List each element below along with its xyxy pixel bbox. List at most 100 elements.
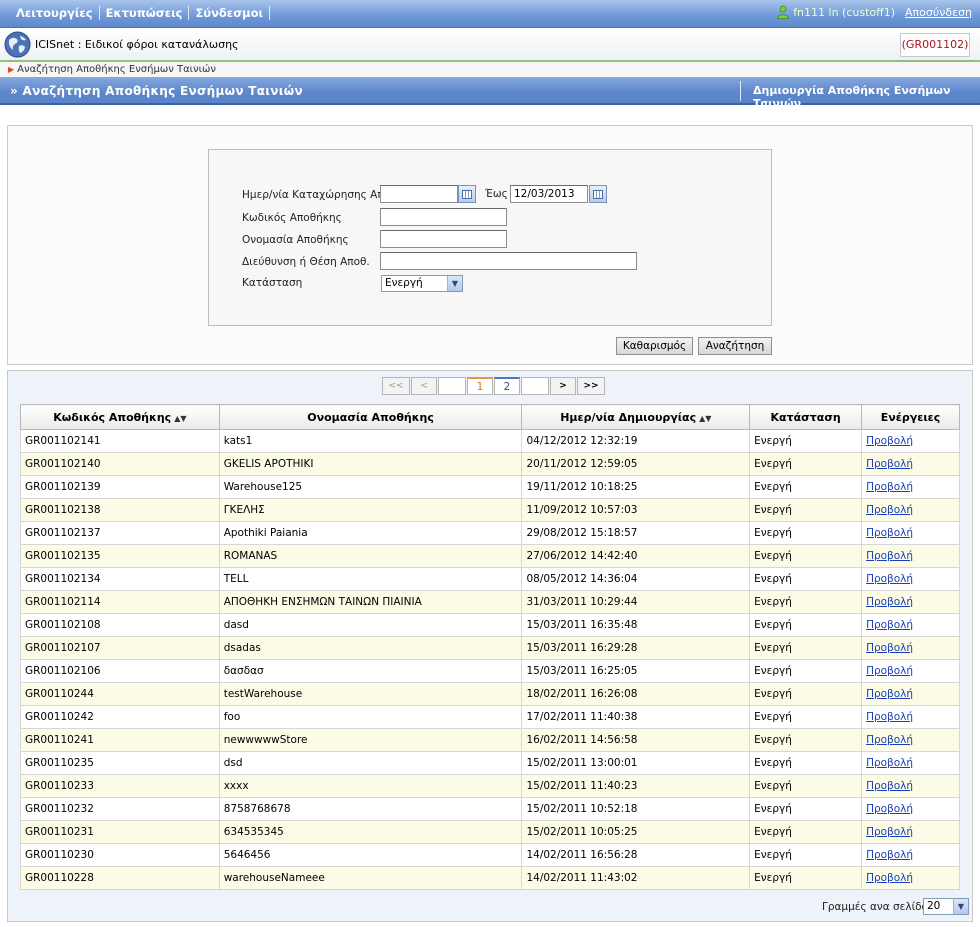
cell-created-date: 08/05/2012 14:36:04	[521, 567, 751, 591]
cell-status: Ενεργή	[749, 590, 863, 614]
menu-links[interactable]: Σύνδεσμοι	[189, 6, 271, 20]
cell-warehouse-name: ΑΠΟΘΗΚΗ ΕΝΣΗΜΩΝ ΤΑΙΝΩΝ ΠΙΑΙΝΙΑ	[218, 590, 523, 614]
cell-created-date: 31/03/2011 10:29:44	[521, 590, 751, 614]
status-select[interactable]: Ενεργή ▼	[381, 275, 463, 292]
logout-link[interactable]: Αποσύνδεση	[905, 6, 972, 19]
cell-warehouse-name: dsadas	[218, 636, 523, 660]
cell-warehouse-name: ΓΚΕΛΗΣ	[218, 498, 523, 522]
prev-page-button[interactable]: <	[411, 377, 437, 395]
cell-created-date: 15/03/2011 16:29:28	[521, 636, 751, 660]
cell-status: Ενεργή	[749, 567, 863, 591]
cell-action: Προβολή	[861, 820, 960, 844]
table-row: GR00110242 foo 17/02/2011 11:40:38 Ενεργή Πρ…	[20, 705, 960, 729]
cell-created-date: 29/08/2012 15:18:57	[521, 521, 751, 545]
date-from-input[interactable]	[380, 185, 458, 203]
view-link[interactable]: Προβολή	[866, 688, 913, 700]
cell-action: Προβολή	[861, 475, 960, 499]
view-link[interactable]: Προβολή	[866, 872, 913, 884]
col-header-code[interactable]: Κωδικός Αποθήκης ▲▼	[20, 404, 220, 430]
first-page-button[interactable]: <<	[382, 377, 410, 395]
cell-warehouse-name: testWarehouse	[218, 682, 523, 706]
table-row: GR001102137 Apothiki Paiania 29/08/2012 15…	[20, 521, 960, 545]
cell-warehouse-code: GR001102135	[20, 544, 220, 568]
view-link[interactable]: Προβολή	[866, 757, 913, 769]
table-row: GR001102139 Warehouse125 19/11/2012 10:18:…	[20, 475, 960, 499]
cell-warehouse-name: Warehouse125	[218, 475, 523, 499]
cell-created-date: 15/02/2011 10:52:18	[521, 797, 751, 821]
warehouse-code-input[interactable]	[380, 208, 507, 226]
globe-logo-icon	[4, 31, 31, 58]
cell-created-date: 19/11/2012 10:18:25	[521, 475, 751, 499]
view-link[interactable]: Προβολή	[866, 504, 913, 516]
view-link[interactable]: Προβολή	[866, 780, 913, 792]
table-header-row: Κωδικός Αποθήκης ▲▼ Ονομασία Αποθήκης Ημε…	[20, 404, 960, 430]
view-link[interactable]: Προβολή	[866, 458, 913, 470]
rows-per-page-value: 20	[927, 900, 941, 912]
user-icon	[777, 5, 790, 19]
next-page-button[interactable]: >	[550, 377, 576, 395]
table-row: GR00110233 xxxx 15/02/2011 11:40:23 Ενεργή Π…	[20, 774, 960, 798]
date-to-calendar-icon[interactable]	[589, 185, 607, 203]
view-link[interactable]: Προβολή	[866, 642, 913, 654]
cell-status: Ενεργή	[749, 475, 863, 499]
cell-warehouse-code: GR001102107	[20, 636, 220, 660]
pager-spacer-2	[521, 377, 549, 395]
search-button[interactable]: Αναζήτηση	[698, 337, 772, 355]
cell-action: Προβολή	[861, 613, 960, 637]
cell-warehouse-code: GR00110233	[20, 774, 220, 798]
cell-action: Προβολή	[861, 636, 960, 660]
view-link[interactable]: Προβολή	[866, 619, 913, 631]
view-link[interactable]: Προβολή	[866, 711, 913, 723]
address-input[interactable]	[380, 252, 637, 270]
cell-created-date: 14/02/2011 16:56:28	[521, 843, 751, 867]
view-link[interactable]: Προβολή	[866, 826, 913, 838]
view-link[interactable]: Προβολή	[866, 803, 913, 815]
col-header-actions: Ενέργειες	[861, 404, 960, 430]
rows-per-page-label: Γραμμές ανα σελίδα:	[822, 901, 932, 913]
menu-operations[interactable]: Λειτουργίες	[10, 6, 100, 20]
breadcrumb-arrow-icon: ▶	[8, 65, 15, 74]
pager-spacer	[438, 377, 466, 395]
clear-button[interactable]: Καθαρισμός	[616, 337, 693, 355]
cell-status: Ενεργή	[749, 498, 863, 522]
cell-status: Ενεργή	[749, 751, 863, 775]
menu-prints[interactable]: Εκτυπώσεις	[100, 6, 190, 20]
date-from-calendar-icon[interactable]	[458, 185, 476, 203]
cell-warehouse-name: ROMANAS	[218, 544, 523, 568]
cell-created-date: 16/02/2011 14:56:58	[521, 728, 751, 752]
create-warehouse-link[interactable]: Δημιουργία Αποθήκης Ενσήμων Ταινιών	[753, 84, 980, 110]
page-2-button[interactable]: 2	[494, 377, 520, 395]
view-link[interactable]: Προβολή	[866, 573, 913, 585]
cell-warehouse-name: 5646456	[218, 843, 523, 867]
cell-warehouse-name: xxxx	[218, 774, 523, 798]
view-link[interactable]: Προβολή	[866, 849, 913, 861]
cell-warehouse-name: foo	[218, 705, 523, 729]
customs-office-code-badge: (GR001102)	[900, 33, 970, 57]
view-link[interactable]: Προβολή	[866, 435, 913, 447]
view-link[interactable]: Προβολή	[866, 550, 913, 562]
status-label: Κατάσταση	[242, 277, 303, 289]
view-link[interactable]: Προβολή	[866, 665, 913, 677]
page-1-button[interactable]: 1	[467, 377, 493, 395]
view-link[interactable]: Προβολή	[866, 481, 913, 493]
table-row: GR00110228 warehouseNameee 14/02/2011 11:4…	[20, 866, 960, 890]
cell-warehouse-name: dsd	[218, 751, 523, 775]
view-link[interactable]: Προβολή	[866, 527, 913, 539]
cell-warehouse-name: dasd	[218, 613, 523, 637]
sort-icon: ▲▼	[174, 413, 187, 423]
cell-status: Ενεργή	[749, 659, 863, 683]
rows-per-page-select[interactable]: 20 ▼	[923, 898, 969, 915]
view-link[interactable]: Προβολή	[866, 596, 913, 608]
date-to-input[interactable]	[510, 185, 588, 203]
cell-warehouse-code: GR001102106	[20, 659, 220, 683]
cell-warehouse-name: kats1	[218, 429, 523, 453]
cell-created-date: 20/11/2012 12:59:05	[521, 452, 751, 476]
breadcrumb-current[interactable]: Αναζήτηση Αποθήκης Ενσήμων Ταινιών	[17, 64, 216, 75]
warehouse-name-input[interactable]	[380, 230, 507, 248]
cell-created-date: 27/06/2012 14:42:40	[521, 544, 751, 568]
col-header-created[interactable]: Ημερ/νία Δημιουργίας ▲▼	[521, 404, 751, 430]
view-link[interactable]: Προβολή	[866, 734, 913, 746]
user-area: fn111 ln (custoff1) Αποσύνδεση	[776, 5, 972, 19]
cell-created-date: 15/02/2011 11:40:23	[521, 774, 751, 798]
last-page-button[interactable]: >>	[577, 377, 605, 395]
